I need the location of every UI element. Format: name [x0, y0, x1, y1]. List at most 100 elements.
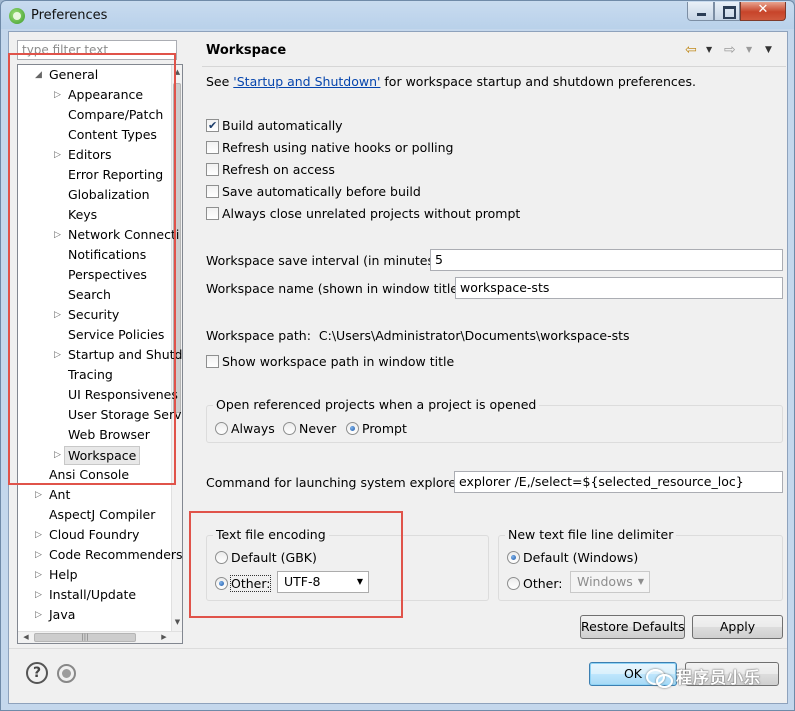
- chevron-right-icon[interactable]: ▷: [35, 605, 45, 625]
- tree-item[interactable]: ▷ Java: [18, 605, 173, 625]
- record-icon[interactable]: [57, 664, 76, 683]
- refresh-on-access-checkbox[interactable]: Refresh on access: [206, 161, 335, 179]
- tree-item[interactable]: AspectJ Compiler: [18, 505, 173, 525]
- tree-item[interactable]: ▷ Workspace: [18, 445, 173, 465]
- forward-arrow-icon[interactable]: ⇨: [724, 41, 736, 59]
- back-arrow-icon[interactable]: ⇦: [685, 41, 697, 59]
- radio-circle[interactable]: [507, 577, 520, 590]
- tree-item[interactable]: ▷ Network Connecti: [18, 225, 179, 245]
- page-title: Workspace: [206, 43, 287, 58]
- tree-item[interactable]: ▷ Security: [18, 305, 173, 325]
- tree-item[interactable]: Compare/Patch: [18, 105, 173, 125]
- title-bar[interactable]: Preferences: [1, 1, 794, 31]
- chevron-right-icon[interactable]: ▷: [35, 525, 45, 545]
- save-interval-label: Workspace save interval (in minutes):: [206, 253, 444, 268]
- show-path-in-title-checkbox[interactable]: Show workspace path in window title: [206, 353, 454, 371]
- radio-circle[interactable]: [215, 577, 228, 590]
- chevron-right-icon[interactable]: ▷: [54, 445, 64, 465]
- back-dropdown-icon[interactable]: ▼: [706, 41, 712, 59]
- tree-item[interactable]: User Storage Serv: [18, 405, 182, 425]
- tree-item[interactable]: Tracing: [18, 365, 173, 385]
- chevron-right-icon[interactable]: ▷: [54, 225, 64, 245]
- delimiter-default-radio[interactable]: Default (Windows): [507, 549, 638, 567]
- chevron-right-icon[interactable]: ▷: [35, 545, 45, 565]
- checkbox-box[interactable]: [206, 117, 219, 135]
- scroll-left-arrow-icon[interactable]: ◀: [20, 632, 32, 643]
- tree-item-label: Compare/Patch: [68, 107, 164, 122]
- workspace-name-input[interactable]: workspace-sts: [455, 277, 783, 299]
- tree-item[interactable]: ▷ Appearance: [18, 85, 173, 105]
- maximize-button[interactable]: [714, 2, 740, 21]
- tree-item[interactable]: Notifications: [18, 245, 173, 265]
- radio-circle[interactable]: [507, 551, 520, 564]
- scroll-down-arrow-icon[interactable]: ▼: [172, 618, 182, 630]
- chevron-right-icon[interactable]: ▷: [54, 345, 64, 365]
- chevron-right-icon[interactable]: ▷: [35, 565, 45, 585]
- minimize-button[interactable]: [687, 2, 714, 21]
- open-projects-always-radio[interactable]: Always: [215, 420, 275, 438]
- explorer-command-input[interactable]: explorer /E,/select=${selected_resource_…: [454, 471, 783, 493]
- help-icon[interactable]: ?: [26, 662, 48, 684]
- filter-input[interactable]: type filter text: [17, 40, 177, 60]
- radio-circle[interactable]: [215, 422, 228, 435]
- startup-shutdown-link[interactable]: 'Startup and Shutdown': [233, 74, 380, 89]
- radio-circle[interactable]: [283, 422, 296, 435]
- forward-dropdown-icon[interactable]: ▼: [746, 41, 752, 59]
- view-menu-icon[interactable]: ▼: [765, 41, 772, 59]
- restore-defaults-button[interactable]: Restore Defaults: [580, 615, 685, 639]
- tree-item[interactable]: ▷ Editors: [18, 145, 173, 165]
- tree-item[interactable]: Content Types: [18, 125, 173, 145]
- checkbox-box[interactable]: [206, 207, 219, 220]
- tree-item[interactable]: Perspectives: [18, 265, 173, 285]
- tree-item[interactable]: Service Policies: [18, 325, 173, 345]
- radio-circle[interactable]: [346, 422, 359, 435]
- chevron-right-icon[interactable]: ▷: [54, 305, 64, 325]
- tree-horizontal-scroll-thumb[interactable]: |||: [34, 633, 136, 642]
- checkbox-box[interactable]: [206, 355, 219, 368]
- encoding-select[interactable]: UTF-8 ▼: [277, 571, 369, 593]
- chevron-right-icon[interactable]: ▷: [54, 85, 64, 105]
- tree-item[interactable]: Web Browser: [18, 425, 173, 445]
- panel-sash[interactable]: [190, 38, 194, 648]
- open-projects-prompt-radio[interactable]: Prompt: [346, 420, 407, 438]
- tree-item[interactable]: Globalization: [18, 185, 173, 205]
- tree-item-label: Globalization: [68, 187, 150, 202]
- chevron-down-icon[interactable]: ◢: [35, 65, 45, 85]
- refresh-native-hooks-checkbox[interactable]: Refresh using native hooks or polling: [206, 139, 454, 157]
- chevron-right-icon[interactable]: ▷: [35, 485, 45, 505]
- tree-item[interactable]: ▷ Help: [18, 565, 173, 585]
- tree-item[interactable]: Error Reporting: [18, 165, 173, 185]
- tree-horizontal-scrollbar[interactable]: ◀ ||| ▶: [18, 631, 182, 643]
- tree-item[interactable]: ▷ Install/Update: [18, 585, 173, 605]
- encoding-other-radio[interactable]: Other:: [215, 575, 272, 593]
- tree-item[interactable]: ▷ Code Recommenders: [18, 545, 182, 565]
- open-projects-never-radio[interactable]: Never: [283, 420, 336, 438]
- preference-tree[interactable]: ▲ ▼ ◀ ||| ▶ ◢ General ▷ Appearance Compare/P…: [17, 64, 183, 644]
- tree-item[interactable]: ◢ General: [18, 65, 173, 85]
- checkbox-box[interactable]: [206, 141, 219, 154]
- save-interval-input[interactable]: 5: [430, 249, 783, 271]
- checkbox-box[interactable]: [206, 163, 219, 176]
- tree-item[interactable]: Keys: [18, 205, 173, 225]
- checkbox-box[interactable]: [206, 185, 219, 198]
- tree-item-label: Java: [49, 607, 76, 622]
- tree-item[interactable]: ▷ Ant: [18, 485, 173, 505]
- build-automatically-checkbox[interactable]: Build automatically: [206, 117, 343, 135]
- tree-item[interactable]: ▷ Cloud Foundry: [18, 525, 173, 545]
- apply-button[interactable]: Apply: [692, 615, 783, 639]
- tree-item[interactable]: UI Responsivenes: [18, 385, 178, 405]
- delimiter-other-radio[interactable]: Other:: [507, 575, 562, 593]
- close-unrelated-projects-checkbox[interactable]: Always close unrelated projects without …: [206, 205, 520, 223]
- encoding-default-radio[interactable]: Default (GBK): [215, 549, 317, 567]
- scroll-right-arrow-icon[interactable]: ▶: [158, 632, 170, 643]
- chevron-right-icon[interactable]: ▷: [54, 145, 64, 165]
- tree-item[interactable]: Search: [18, 285, 173, 305]
- chevron-right-icon[interactable]: ▷: [35, 585, 45, 605]
- close-button[interactable]: [740, 2, 786, 21]
- tree-item-label: Notifications: [68, 247, 147, 262]
- tree-item[interactable]: Ansi Console: [18, 465, 173, 485]
- scroll-up-arrow-icon[interactable]: ▲: [172, 68, 182, 80]
- radio-circle[interactable]: [215, 551, 228, 564]
- tree-item[interactable]: ▷ Startup and Shutd: [18, 345, 182, 365]
- save-before-build-checkbox[interactable]: Save automatically before build: [206, 183, 421, 201]
